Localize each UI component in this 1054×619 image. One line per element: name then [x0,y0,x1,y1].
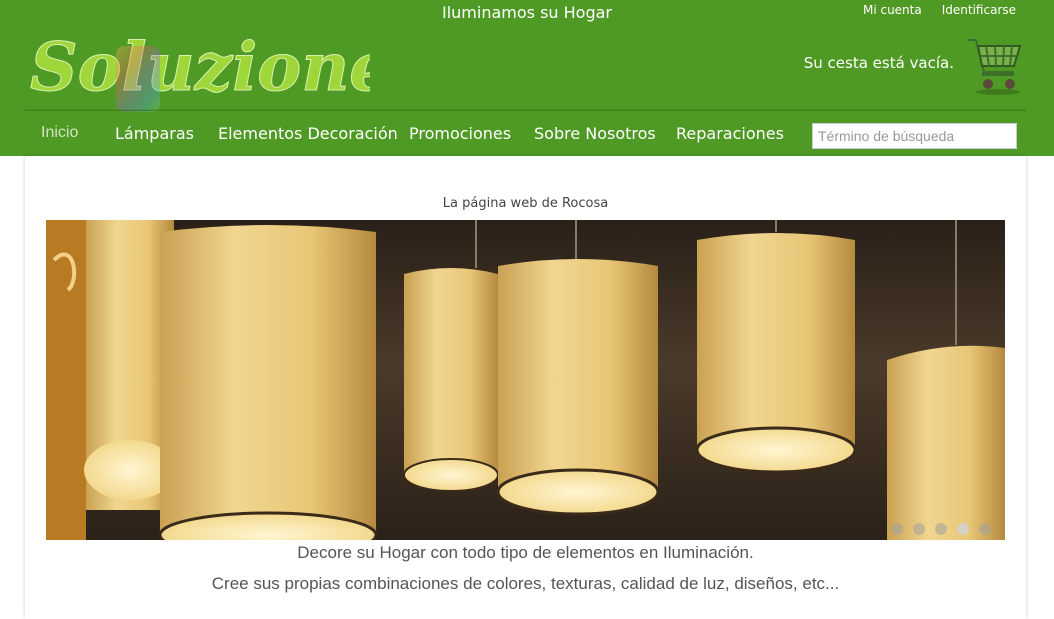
login-link[interactable]: Identificarse [942,3,1016,17]
slider-dot-2[interactable] [913,523,925,535]
my-account-link[interactable]: Mi cuenta [863,3,922,17]
site-header: Iluminamos su Hogar Mi cuenta Identifica… [0,0,1054,156]
shopping-cart-icon[interactable] [962,32,1024,98]
nav-item-elementos-decoracion[interactable]: Elementos Decoración [218,124,398,143]
account-links: Mi cuenta Identificarse [863,3,1016,17]
lamps-photo [46,220,1005,540]
cart-status: Su cesta está vacía. [803,54,954,72]
nav-item-lamparas[interactable]: Lámparas [115,124,194,143]
nav-item-inicio[interactable]: Inicio [41,124,78,142]
image-slider[interactable] [46,220,1005,540]
logo-graphic: Soluziones [30,28,429,112]
main-nav: Inicio Lámparas Elementos Decoración Pro… [25,110,1026,156]
slider-dot-5[interactable] [979,523,991,535]
nav-item-promociones[interactable]: Promociones [409,124,511,143]
logo-text: Soluziones [30,28,370,106]
promo-text-line-1: Decore su Hogar con todo tipo de element… [297,543,754,562]
slider-pagination [891,523,991,535]
search-input[interactable] [812,123,1017,149]
main-content: La página web de Rocosa Decore su Hogar … [25,156,1026,619]
slider-dot-1[interactable] [891,523,903,535]
nav-item-reparaciones[interactable]: Reparaciones [676,124,784,143]
promo-text-line-2: Cree sus propias combinaciones de colore… [211,574,840,593]
page-subtitle: La página web de Rocosa [442,196,609,211]
slider-dot-4[interactable] [957,523,969,535]
slider-dot-3[interactable] [935,523,947,535]
site-logo[interactable]: Soluziones [30,22,429,117]
nav-item-sobre-nosotros[interactable]: Sobre Nosotros [534,124,656,143]
